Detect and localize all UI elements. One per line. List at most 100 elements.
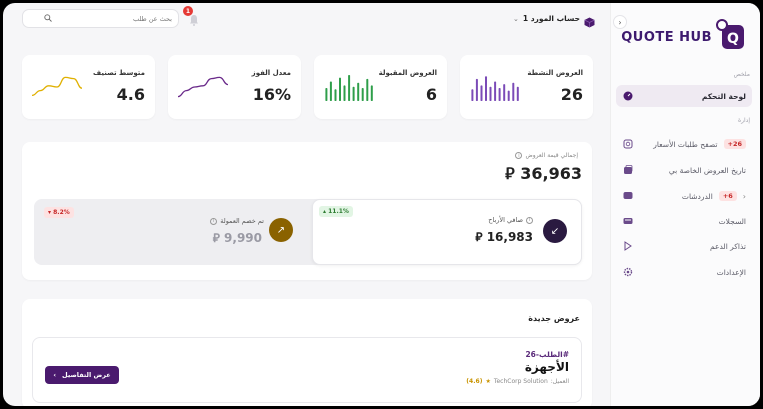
stat-sparkline: [471, 76, 519, 101]
commission-value-number: 9,990: [224, 231, 262, 245]
sidebar-item-label: الدردشات: [681, 191, 713, 201]
sparkline-bar: [334, 89, 337, 101]
net-profit-value-number: 16,983: [486, 230, 533, 244]
commission-label-text: تم خصم العمولة: [220, 217, 264, 225]
sidebar-item-dashboard[interactable]: لوحة التحكم: [616, 85, 752, 107]
settings-icon: [622, 266, 634, 278]
total-label-text: إجمالي قيمة العروض: [525, 152, 578, 159]
sidebar-item-label: الإعدادات: [716, 267, 746, 277]
sparkline-bar: [366, 78, 369, 101]
arrow-down-left-icon: ↙: [550, 225, 560, 237]
net-profit-arrow-button[interactable]: ↙: [543, 219, 567, 243]
sparkline-bar: [489, 86, 492, 101]
commission-value: ⃁ 9,990: [213, 231, 262, 246]
chat-icon: [622, 190, 634, 202]
sidebar-item-records[interactable]: السجلات: [616, 210, 752, 232]
main-content: حساب المورد 1 ⌄ 1 العروض النشطة 26 العرو…: [3, 3, 610, 406]
offer-client: العميل: TechCorp Solution ★ (4.6): [466, 378, 569, 385]
commission-change-text: 8.2%: [53, 209, 70, 216]
sparkline-bar: [339, 77, 341, 101]
history-icon: [622, 164, 634, 176]
net-profit-label-text: صافي الأرباح: [488, 216, 523, 224]
stat-title: معدل الفوز: [251, 69, 291, 77]
stat-value: 6: [425, 85, 437, 104]
net-profit-change-text: 11.1%: [328, 208, 349, 215]
total-value: ⃁ 36,963: [505, 164, 582, 184]
sidebar-item-label: تذاكر الدعم: [710, 241, 746, 251]
sidebar: › QUOTE HUB Q ملخص لوحة التحكم إدارة تصف…: [610, 3, 760, 406]
chevron-left-icon: ‹: [742, 191, 746, 201]
star-icon: ★: [485, 378, 491, 385]
count-badge: 26+: [723, 139, 746, 149]
section-title: عروض جديدة: [528, 314, 580, 323]
riyal-icon: ⃁: [475, 230, 487, 244]
stat-sparkline: [178, 76, 228, 98]
sparkline-bar: [475, 78, 478, 101]
sparkline-bar: [325, 88, 328, 101]
net-profit-card: ↙ i صافي الأرباح ⃁ 16,983 ▴ 11.1%: [312, 199, 582, 265]
sidebar-item-settings[interactable]: الإعدادات: [616, 261, 752, 283]
view-details-label: عرض التفاصيل: [62, 371, 111, 379]
commission-change-badge: ▾ 8.2%: [44, 207, 74, 218]
riyal-icon: ⃁: [505, 164, 521, 183]
search-field[interactable]: [22, 9, 179, 28]
view-details-button[interactable]: عرض التفاصيل ›: [45, 366, 119, 384]
sparkline-bar: [512, 82, 515, 101]
sparkline-bar: [503, 84, 506, 101]
client-rating: (4.6): [466, 378, 483, 385]
offer-card: #الطلب-26 الأجهزة العميل: TechCorp Solut…: [32, 337, 582, 403]
sidebar-item-browse-rfqs[interactable]: تصفح طلبات الأسعار 26+: [616, 133, 752, 155]
client-label: العميل:: [550, 378, 569, 385]
sidebar-item-label: تاريخ العروض الخاصة بي: [668, 165, 746, 175]
stat-card-win-rate: معدل الفوز 16%: [168, 55, 301, 119]
sparkline-bar: [352, 86, 355, 101]
stat-sparkline: [325, 75, 373, 101]
net-profit-change-badge: ▴ 11.1%: [319, 206, 353, 217]
offer-ref: #الطلب-26: [525, 350, 569, 359]
app-logo: QUOTE HUB Q: [621, 19, 746, 55]
client-name: TechCorp Solution: [493, 378, 548, 385]
search-doc-icon: [622, 138, 634, 150]
stat-value: 26: [560, 85, 583, 104]
app-window: › QUOTE HUB Q ملخص لوحة التحكم إدارة تصف…: [3, 3, 760, 406]
sidebar-item-support-tickets[interactable]: تذاكر الدعم: [616, 235, 752, 257]
dashboard-icon: [622, 90, 634, 102]
trend-down-icon: ▾: [48, 209, 52, 216]
search-icon: [44, 13, 52, 24]
sparkline-bar: [494, 81, 497, 101]
sparkline-line: [32, 76, 82, 97]
trend-up-icon: ▴: [323, 208, 327, 215]
sidebar-item-label: تصفح طلبات الأسعار: [653, 139, 718, 149]
total-label: إجمالي قيمة العروض i: [515, 152, 578, 159]
info-icon: i: [515, 152, 523, 159]
stat-title: متوسط تصنيف: [93, 69, 145, 77]
sidebar-item-offer-history[interactable]: تاريخ العروض الخاصة بي: [616, 159, 752, 181]
total-value-number: 36,963: [520, 164, 582, 183]
logo-mark-icon: Q: [716, 19, 746, 55]
sparkline-bar: [357, 82, 360, 101]
sparkline-bar: [370, 85, 373, 101]
search-input[interactable]: [52, 14, 172, 23]
chevron-down-icon: ⌄: [513, 14, 519, 23]
sparkline-bar: [485, 76, 487, 101]
sparkline-bar: [348, 75, 351, 101]
stat-sparkline: [32, 76, 82, 97]
account-name: حساب المورد 1: [522, 14, 580, 23]
arrow-up-right-icon: ↗: [276, 224, 286, 236]
sidebar-item-label: السجلات: [718, 216, 746, 226]
sidebar-section-manage: إدارة: [737, 117, 750, 124]
records-icon: [622, 215, 634, 227]
offer-category: الأجهزة: [524, 360, 569, 374]
sparkline-bar: [343, 85, 346, 101]
sparkline-line: [178, 76, 228, 98]
account-switcher[interactable]: حساب المورد 1 ⌄: [513, 13, 595, 28]
sidebar-item-chats[interactable]: الدردشات 6+ ‹: [616, 185, 752, 207]
sparkline-bar: [516, 86, 519, 101]
notification-count-badge: 1: [183, 6, 193, 16]
info-icon: i: [526, 216, 533, 224]
new-offers-section: عروض جديدة #الطلب-26 الأجهزة العميل: Tec…: [22, 299, 592, 406]
commission-arrow-button[interactable]: ↗: [269, 218, 293, 242]
support-icon: [622, 240, 634, 252]
sparkline-bar: [498, 88, 501, 101]
breakdown-panel: ↗ تم خصم العمولة i ⃁ 9,990 ▾ 8.2% ↙ i صا…: [34, 199, 582, 265]
